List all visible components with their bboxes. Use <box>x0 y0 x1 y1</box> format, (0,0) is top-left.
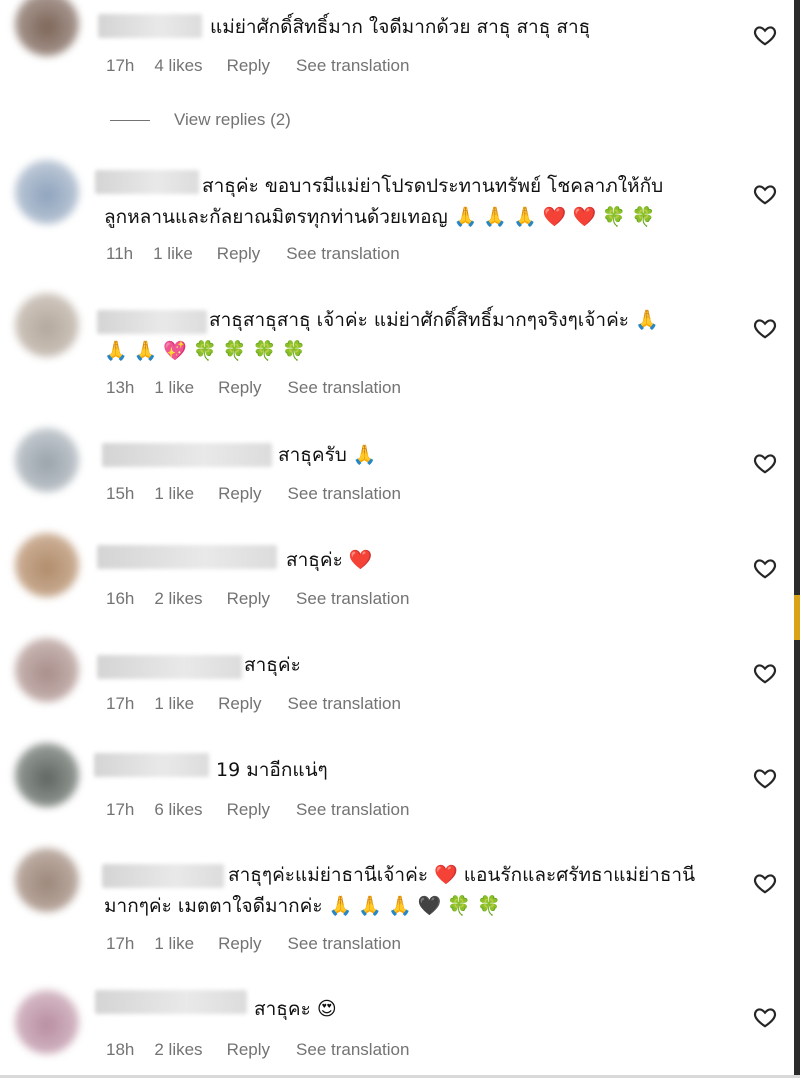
reply-button[interactable]: Reply <box>227 589 270 608</box>
heart-outline-icon[interactable] <box>752 450 778 476</box>
comment-text: สาธุครับ 🙏 <box>278 444 377 466</box>
see-translation-link[interactable]: See translation <box>288 694 401 713</box>
comment-meta: 17h 1 like Reply See translation <box>106 934 427 954</box>
view-replies-label: View replies (2) <box>174 110 291 129</box>
like-count[interactable]: 4 likes <box>154 56 202 75</box>
comment-text: สาธุค่ะ ขอบารมีแม่ย่าโปรดประทานทรัพย์ โช… <box>104 175 664 228</box>
comment-meta: 13h 1 like Reply See translation <box>106 378 427 398</box>
comment-text: สาธุๆค่ะแม่ย่าธานีเจ้าค่ะ ❤️ แอนรักและศร… <box>104 864 696 917</box>
avatar[interactable] <box>15 743 79 807</box>
comment-meta: 18h 2 likes Reply See translation <box>106 1040 435 1060</box>
heart-outline-icon[interactable] <box>752 22 778 48</box>
view-replies-button[interactable]: View replies (2) <box>110 110 291 130</box>
timestamp[interactable]: 17h <box>106 800 134 819</box>
like-count[interactable]: 6 likes <box>154 800 202 819</box>
username[interactable] <box>102 443 272 467</box>
reply-button[interactable]: Reply <box>227 1040 270 1059</box>
reply-button[interactable]: Reply <box>227 56 270 75</box>
avatar[interactable] <box>15 990 79 1054</box>
comment-text: แม่ย่าศักดิ์สิทธิ์มาก ใจดีมากด้วย สาธุ ส… <box>210 16 591 38</box>
comment-text: 19 มาอีกแน่ๆ <box>216 759 328 781</box>
timestamp[interactable]: 17h <box>106 694 134 713</box>
heart-outline-icon[interactable] <box>752 660 778 686</box>
like-count[interactable]: 1 like <box>153 244 193 263</box>
avatar[interactable] <box>15 533 79 597</box>
avatar[interactable] <box>15 848 79 912</box>
heart-outline-icon[interactable] <box>752 1004 778 1030</box>
like-count[interactable]: 1 like <box>154 694 194 713</box>
comment-text: สาธุค่ะ <box>244 654 301 676</box>
avatar[interactable] <box>15 638 79 702</box>
heart-outline-icon[interactable] <box>752 315 778 341</box>
comment-text: สาธุคะ 😍 <box>254 998 337 1020</box>
timestamp[interactable]: 18h <box>106 1040 134 1059</box>
see-translation-link[interactable]: See translation <box>296 1040 409 1059</box>
comment-meta: 16h 2 likes Reply See translation <box>106 589 435 609</box>
reply-button[interactable]: Reply <box>218 694 261 713</box>
avatar[interactable] <box>15 160 79 224</box>
see-translation-link[interactable]: See translation <box>288 934 401 953</box>
comment-meta: 17h 1 like Reply See translation <box>106 694 427 714</box>
timestamp[interactable]: 15h <box>106 484 134 503</box>
see-translation-link[interactable]: See translation <box>296 589 409 608</box>
username[interactable] <box>95 990 247 1014</box>
reply-button[interactable]: Reply <box>218 934 261 953</box>
comment-text: สาธุค่ะ ❤️ <box>286 549 373 571</box>
like-count[interactable]: 2 likes <box>154 589 202 608</box>
timestamp[interactable]: 13h <box>106 378 134 397</box>
see-translation-link[interactable]: See translation <box>288 378 401 397</box>
heart-outline-icon[interactable] <box>752 181 778 207</box>
avatar[interactable] <box>15 293 79 357</box>
edge-accent <box>794 595 800 640</box>
timestamp[interactable]: 16h <box>106 589 134 608</box>
like-count[interactable]: 2 likes <box>154 1040 202 1059</box>
see-translation-link[interactable]: See translation <box>296 56 409 75</box>
reply-button[interactable]: Reply <box>218 378 261 397</box>
like-count[interactable]: 1 like <box>154 934 194 953</box>
comment-meta: 17h 6 likes Reply See translation <box>106 800 435 820</box>
see-translation-link[interactable]: See translation <box>288 484 401 503</box>
username[interactable] <box>97 655 242 679</box>
comment-meta: 15h 1 like Reply See translation <box>106 484 427 504</box>
heart-outline-icon[interactable] <box>752 765 778 791</box>
replies-divider <box>110 120 150 122</box>
avatar[interactable] <box>15 428 79 492</box>
comment-meta: 17h 4 likes Reply See translation <box>106 56 435 76</box>
like-count[interactable]: 1 like <box>154 378 194 397</box>
reply-button[interactable]: Reply <box>227 800 270 819</box>
heart-outline-icon[interactable] <box>752 870 778 896</box>
see-translation-link[interactable]: See translation <box>286 244 399 263</box>
avatar[interactable] <box>15 0 79 56</box>
username[interactable] <box>97 545 277 569</box>
reply-button[interactable]: Reply <box>218 484 261 503</box>
heart-outline-icon[interactable] <box>752 555 778 581</box>
timestamp[interactable]: 17h <box>106 934 134 953</box>
timestamp[interactable]: 17h <box>106 56 134 75</box>
window-edge <box>794 0 800 1078</box>
username[interactable] <box>98 14 202 38</box>
comment-text: สาธุสาธุสาธุ เจ้าค่ะ แม่ย่าศักดิ์สิทธิ์ม… <box>104 309 659 362</box>
timestamp[interactable]: 11h <box>106 244 133 263</box>
username[interactable] <box>94 753 209 777</box>
reply-button[interactable]: Reply <box>217 244 260 263</box>
like-count[interactable]: 1 like <box>154 484 194 503</box>
see-translation-link[interactable]: See translation <box>296 800 409 819</box>
comment-meta: 11h 1 like Reply See translation <box>106 244 426 264</box>
